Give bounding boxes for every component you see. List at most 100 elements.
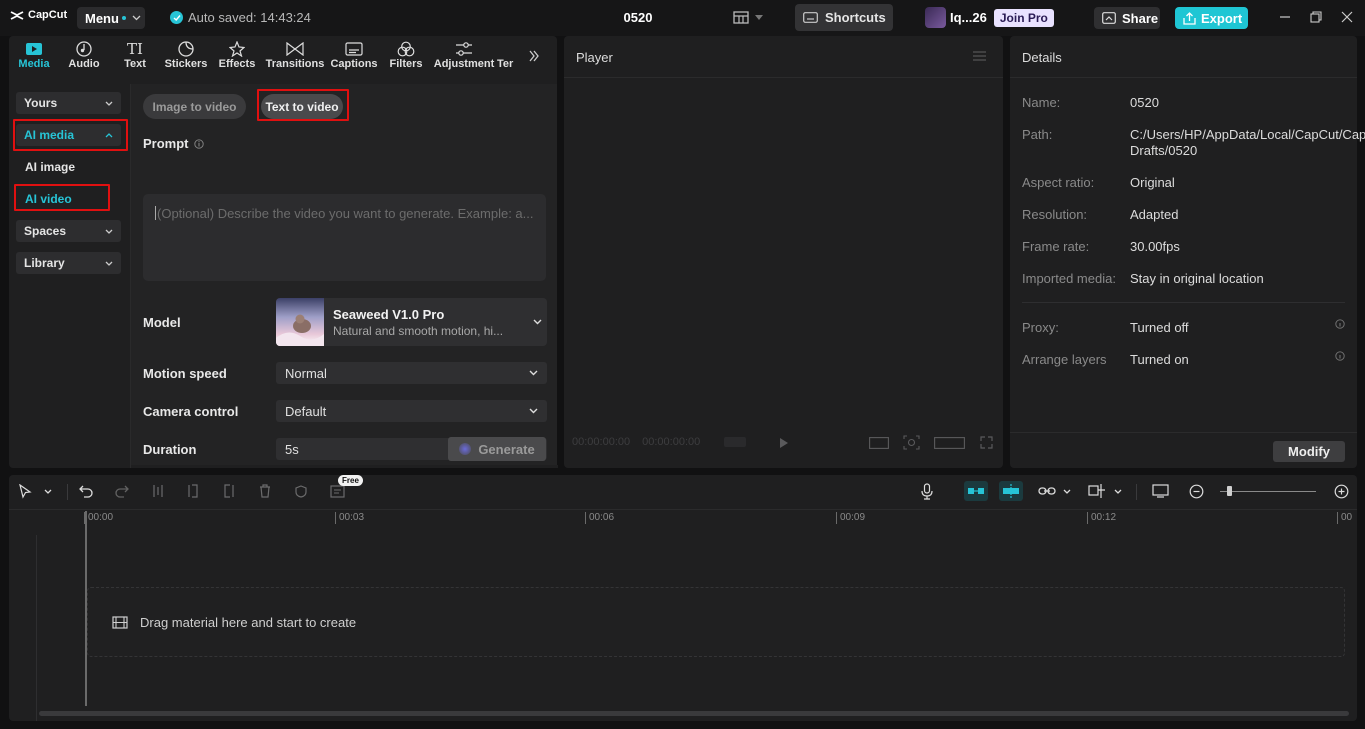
shortcuts-button[interactable]: Shortcuts — [795, 4, 893, 31]
shield-icon[interactable] — [295, 485, 307, 498]
total-time: 00:00:00:00 — [642, 436, 701, 448]
tab-audio[interactable]: Audio — [59, 36, 109, 74]
divider — [131, 465, 558, 468]
project-title[interactable]: 0520 — [600, 10, 676, 25]
text-to-video-tab[interactable]: Text to video — [261, 94, 343, 119]
chevron-down-icon[interactable] — [1063, 489, 1071, 494]
split-icon[interactable] — [152, 484, 164, 498]
details-title: Details — [1022, 50, 1062, 65]
zoom-fit-icon[interactable] — [903, 435, 920, 450]
share-button[interactable]: Share — [1094, 7, 1160, 29]
info-icon[interactable] — [1335, 319, 1345, 329]
redo-icon[interactable] — [115, 484, 129, 498]
capcut-logo-icon — [10, 10, 24, 20]
sidebar-item-library[interactable]: Library — [16, 252, 121, 274]
join-pro-button[interactable]: Join Pro — [993, 8, 1054, 27]
maximize-icon[interactable] — [1310, 11, 1322, 23]
model-label: Model — [143, 315, 181, 330]
zoom-slider[interactable] — [1220, 491, 1316, 492]
model-select[interactable]: Seaweed V1.0 Pro Natural and smooth moti… — [276, 298, 547, 346]
prompt-input[interactable]: (Optional) Describe the video you want t… — [143, 194, 546, 281]
screen-icon[interactable] — [1152, 484, 1169, 498]
avatar[interactable] — [925, 7, 946, 28]
aspect-ratio-icon[interactable] — [934, 437, 965, 449]
generate-button[interactable]: Generate — [448, 437, 546, 461]
tab-filters[interactable]: Filters — [381, 36, 431, 74]
player-menu-icon[interactable] — [973, 51, 986, 61]
main-track-magnet-button[interactable] — [964, 481, 988, 501]
preview-axis-icon[interactable] — [1088, 483, 1106, 499]
dropzone-text: Drag material here and start to create — [140, 614, 357, 630]
timeline-dropzone[interactable]: Drag material here and start to create — [87, 587, 1345, 657]
transitions-icon — [286, 42, 304, 56]
filters-icon — [397, 41, 415, 57]
tab-text[interactable]: TI Text — [109, 36, 161, 74]
snap-icon — [1003, 484, 1019, 498]
menu-button[interactable]: Menu — [77, 7, 145, 29]
media-icon — [26, 43, 42, 55]
play-icon[interactable] — [779, 437, 789, 449]
modify-button[interactable]: Modify — [1273, 441, 1345, 462]
menu-notification-dot — [121, 16, 126, 20]
player-timecode: 00:00:00:00 00:00:00:00 — [572, 436, 700, 448]
chevron-down-icon — [105, 229, 113, 234]
tab-adjustment[interactable]: Adjustment — [431, 36, 497, 74]
timeline-panel: Free 00:00 00:03 00:06 00:09 00:12 00 Dr… — [9, 475, 1357, 721]
horizontal-scrollbar[interactable] — [39, 711, 1349, 716]
tab-effects[interactable]: Effects — [211, 36, 263, 74]
undo-icon[interactable] — [79, 484, 93, 498]
trash-icon[interactable] — [259, 484, 271, 498]
timeline-toolbar: Free — [9, 475, 1357, 509]
zoom-out-icon[interactable] — [1189, 484, 1204, 499]
close-icon[interactable] — [1341, 11, 1353, 23]
delete-right-icon[interactable] — [223, 484, 235, 498]
auto-reframe-icon[interactable] — [330, 485, 345, 498]
tab-stickers[interactable]: Stickers — [161, 36, 211, 74]
select-cursor-icon[interactable] — [19, 484, 32, 499]
current-time: 00:00:00:00 — [572, 436, 631, 448]
auto-snapping-button[interactable] — [999, 481, 1023, 501]
title-bar: CapCut Menu Auto saved: 14:43:24 0520 Sh… — [0, 0, 1365, 36]
player-panel: Player 00:00:00:00 00:00:00:00 — [564, 36, 1003, 468]
prompt-label: Prompt — [143, 136, 204, 151]
timeline-ruler[interactable]: 00:00 00:03 00:06 00:09 00:12 00 — [9, 509, 1357, 527]
sidebar-item-ai-image[interactable]: AI image — [25, 160, 75, 174]
timecode-toggle[interactable] — [724, 437, 746, 447]
camera-control-select[interactable]: Default — [276, 400, 547, 422]
tab-transitions[interactable]: Transitions — [263, 36, 327, 74]
player-title: Player — [576, 50, 613, 65]
ratio-icon[interactable] — [869, 437, 889, 449]
divider — [564, 77, 1003, 78]
sidebar-item-spaces[interactable]: Spaces — [16, 220, 121, 242]
tab-templates[interactable]: Ter — [497, 36, 523, 74]
divider — [1010, 77, 1357, 78]
sidebar-item-ai-media[interactable]: AI media — [16, 124, 121, 146]
ai-video-form: Image to video Text to video Prompt (Opt… — [130, 84, 558, 468]
motion-speed-select[interactable]: Normal — [276, 362, 547, 384]
sidebar-item-yours[interactable]: Yours — [16, 92, 121, 114]
layout-button[interactable] — [733, 11, 763, 24]
fullscreen-icon[interactable] — [980, 436, 993, 449]
link-icon[interactable] — [1038, 485, 1056, 497]
ruler-tick: 00:12 — [1087, 512, 1116, 524]
user-account[interactable]: Iq...26 Join Pro — [925, 7, 1054, 28]
chevron-down-icon[interactable] — [1114, 489, 1122, 494]
sidebar-item-ai-video[interactable]: AI video — [25, 192, 72, 206]
microphone-icon[interactable] — [921, 483, 933, 500]
media-sidebar: Yours AI media AI image AI video Spaces … — [9, 84, 129, 468]
export-label: Export — [1201, 10, 1243, 26]
info-icon[interactable] — [1335, 351, 1345, 361]
chevron-down-icon[interactable] — [44, 489, 52, 494]
ruler-tick: 00:00 — [84, 512, 113, 524]
tab-media[interactable]: Media — [9, 36, 59, 74]
zoom-in-icon[interactable] — [1334, 484, 1349, 499]
tab-captions[interactable]: Captions — [327, 36, 381, 74]
delete-left-icon[interactable] — [187, 484, 199, 498]
zoom-slider-handle[interactable] — [1227, 486, 1232, 496]
export-button[interactable]: Export — [1175, 7, 1248, 29]
image-to-video-tab[interactable]: Image to video — [143, 94, 246, 119]
chevron-down-icon — [755, 15, 763, 20]
info-icon — [193, 138, 204, 149]
double-chevron-right-icon[interactable] — [529, 50, 539, 62]
minimize-icon[interactable] — [1279, 11, 1291, 23]
